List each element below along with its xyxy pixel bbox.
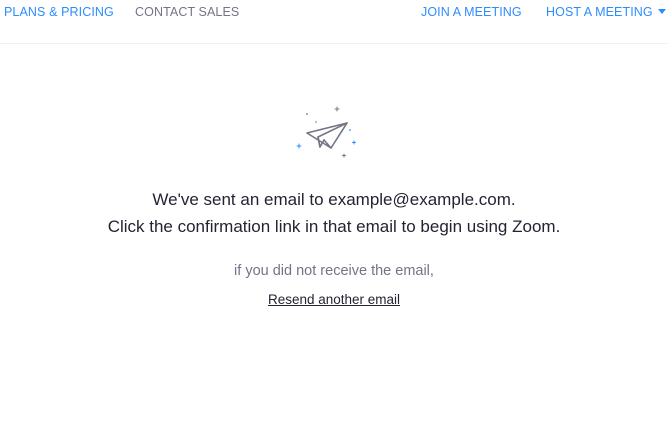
confirmation-prefix: We've sent an email to (152, 190, 329, 209)
resend-email-link[interactable]: Resend another email (268, 292, 400, 307)
confirmation-message-line1: We've sent an email to example@example.c… (0, 190, 668, 210)
nav-contact-sales-link[interactable]: CONTACT SALES (135, 5, 239, 19)
nav-join-meeting-link[interactable]: JOIN A MEETING (421, 5, 522, 19)
top-navigation-bar: PLANS & PRICING CONTACT SALES JOIN A MEE… (0, 0, 668, 44)
confirmation-email: example@example.com (328, 190, 511, 209)
paper-plane-icon (294, 104, 358, 160)
nav-plans-pricing-link[interactable]: PLANS & PRICING (4, 5, 114, 19)
caret-down-icon (657, 9, 666, 15)
not-received-text: if you did not receive the email, (234, 263, 434, 279)
resend-container: Resend another email (0, 292, 668, 307)
confirmation-message-line2: Click the confirmation link in that emai… (107, 217, 561, 236)
nav-host-meeting-label: HOST A MEETING (546, 5, 653, 19)
nav-host-meeting-dropdown[interactable]: HOST A MEETING (546, 5, 666, 19)
confirmation-suffix: . (510, 190, 516, 209)
